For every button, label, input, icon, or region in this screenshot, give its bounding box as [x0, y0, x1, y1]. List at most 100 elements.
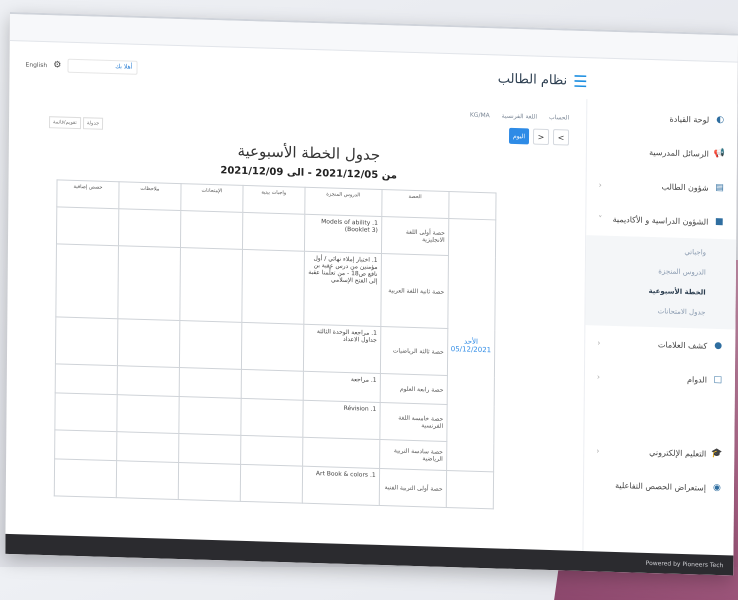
- main-content: الحساب اللغة الفرنسية KG/MA تقويم/قائمة …: [45, 83, 569, 550]
- view-switcher: تقويم/قائمة جدولة: [48, 116, 104, 130]
- dashboard-icon: ◐: [716, 114, 725, 126]
- lesson-cell: 1. Art Book & colors: [302, 466, 380, 506]
- notes-cell: [117, 318, 180, 368]
- lesson-cell: 1. مراجعة: [302, 371, 381, 403]
- app-title: نظام الطالب: [497, 70, 568, 89]
- eye-icon: ◉: [713, 482, 721, 494]
- breadcrumb-item[interactable]: الحساب: [549, 114, 569, 122]
- notes-cell: [117, 365, 180, 397]
- exams-cell: [180, 210, 243, 250]
- graduation-icon: 🎓: [711, 448, 723, 460]
- period-cell: حصة رابعة العلوم: [379, 373, 448, 405]
- view-button-list[interactable]: تقويم/قائمة: [48, 116, 81, 130]
- column-header-day: [448, 191, 497, 220]
- extra-cell: [54, 458, 117, 498]
- exams-cell: [178, 433, 241, 465]
- sidebar-item-messages[interactable]: 📢 الرسائل المدرسية: [587, 133, 737, 171]
- megaphone-icon: 📢: [713, 148, 725, 160]
- column-header: حصص إضافية: [56, 179, 120, 209]
- header-tools: English ⚙ أهلا بك: [25, 57, 138, 75]
- calendar-icon: □: [713, 374, 723, 386]
- notes-cell: [116, 460, 179, 500]
- homework-cell: [241, 369, 304, 401]
- today-button[interactable]: اليوم: [508, 127, 530, 145]
- period-cell: حصة سادسة التربية الرياضية: [379, 439, 447, 471]
- day-cell[interactable]: الأحد 05/12/2021: [446, 218, 496, 472]
- period-cell: حصة أولى التربية الفنية: [378, 468, 447, 508]
- period-cell: حصة خامسة اللغة الفرنسية: [379, 402, 447, 442]
- extra-cell: [55, 316, 118, 366]
- view-button-schedule[interactable]: جدولة: [82, 117, 104, 130]
- sidebar-item-label: الرسائل المدرسية: [649, 147, 709, 159]
- notes-cell: [116, 394, 180, 434]
- period-cell: حصة أولى اللغة الانجليزية: [381, 216, 449, 256]
- sidebar-item-dashboard[interactable]: ◐ لوحة القيادة: [587, 99, 737, 137]
- book-icon: ▤: [715, 182, 724, 194]
- lesson-cell: 1. اختبار إملاء نهائي / أول مؤمنين من در…: [303, 251, 382, 327]
- extra-cell: [56, 206, 119, 246]
- sidebar-item-elearning[interactable]: 🎓 التعليم الإلكتروني ‹: [584, 433, 734, 471]
- notes-cell: [116, 431, 179, 463]
- menu-icon[interactable]: ☰: [573, 71, 588, 90]
- sidebar-item-label: شؤون الطالب: [661, 181, 709, 193]
- sidebar-item-label: الدوام: [687, 374, 707, 385]
- weekly-plan-table: الحصة الدروس المنجزة واجبات بيتية الإمتح…: [54, 179, 497, 509]
- briefcase-icon: ■: [715, 216, 724, 228]
- sidebar: ◐ لوحة القيادة 📢 الرسائل المدرسية ▤ شؤون…: [582, 99, 738, 556]
- extra-cell: [55, 243, 119, 319]
- prev-button[interactable]: <: [532, 128, 550, 145]
- notes-cell: [118, 208, 181, 248]
- extra-cell: [54, 392, 118, 432]
- homework-cell: [240, 398, 303, 438]
- sidebar-item-label: التعليم الإلكتروني: [649, 447, 707, 459]
- chevron-left-icon: ‹: [596, 371, 601, 382]
- exams-cell: [179, 367, 242, 399]
- exams-cell: [178, 462, 241, 502]
- chevron-left-icon: ‹: [597, 337, 601, 348]
- next-button[interactable]: >: [552, 129, 570, 146]
- lesson-cell: 1. مراجعة الوحدة الثالثة جداول الاعداد: [303, 324, 381, 374]
- sidebar-item-academic[interactable]: ■ الشؤون الدراسية و الأكاديمية ˅: [586, 201, 736, 239]
- homework-cell: [241, 322, 304, 372]
- period-cell: حصة ثانية اللغة العربية: [380, 253, 449, 329]
- chevron-down-icon: ˅: [598, 213, 603, 224]
- sidebar-item-attendance[interactable]: □ الدوام ‹: [585, 359, 735, 397]
- homework-cell: [241, 249, 305, 325]
- extra-cell: [55, 363, 118, 395]
- exams-cell: [179, 247, 243, 323]
- sidebar-item-interactive[interactable]: ◉ إستعراض الحصص التفاعلية: [584, 467, 734, 505]
- column-header: الدروس المنجزة: [304, 187, 382, 217]
- exams-cell: [178, 396, 242, 436]
- language-switch[interactable]: English: [26, 61, 48, 69]
- homework-cell: [242, 212, 305, 252]
- lesson-cell: [302, 437, 380, 469]
- breadcrumb-item[interactable]: KG/MA: [470, 112, 490, 120]
- dot-icon: ●: [714, 340, 723, 352]
- submenu-exam-schedule[interactable]: جدول الامتحانات: [585, 299, 735, 323]
- breadcrumb-item[interactable]: اللغة الفرنسية: [502, 113, 537, 121]
- sidebar-item-student-affairs[interactable]: ▤ شؤون الطالب ‹: [586, 167, 736, 205]
- powered-by-text: Powered by Pioneers Tech: [645, 559, 724, 569]
- gear-icon[interactable]: ⚙: [53, 60, 61, 70]
- homework-cell: [240, 435, 303, 467]
- chevron-left-icon: ‹: [596, 445, 600, 456]
- extra-cell: [54, 429, 117, 461]
- table-row: حصة ثانية اللغة العربية 1. اختبار إملاء …: [55, 243, 496, 330]
- column-header: الحصة: [381, 189, 449, 219]
- period-cell: حصة ثالثة الرياضيات: [380, 326, 448, 376]
- search-input[interactable]: أهلا بك: [67, 58, 138, 75]
- app-title-block: نظام الطالب ☰: [498, 69, 588, 91]
- sidebar-item-label: كشف العلامات: [657, 339, 708, 351]
- notes-cell: [117, 245, 181, 321]
- column-header: ملاحظات: [118, 181, 181, 211]
- sidebar-item-grades[interactable]: ● كشف العلامات ‹: [585, 325, 735, 363]
- sidebar-item-label: إستعراض الحصص التفاعلية: [615, 480, 707, 493]
- day-cell: [445, 470, 494, 509]
- lesson-cell: 1. Models of ability (Booklet 3): [304, 214, 382, 254]
- homework-cell: [240, 464, 303, 504]
- academic-submenu: واجباتي الدروس المنجزة الخطة الأسبوعية ج…: [585, 235, 737, 330]
- column-header: واجبات بيتية: [242, 185, 305, 215]
- app-window: English ⚙ أهلا بك نظام الطالب ☰ ◐ لوحة ا…: [5, 12, 738, 576]
- exams-cell: [179, 320, 242, 370]
- lesson-cell: 1. Révision: [302, 400, 380, 440]
